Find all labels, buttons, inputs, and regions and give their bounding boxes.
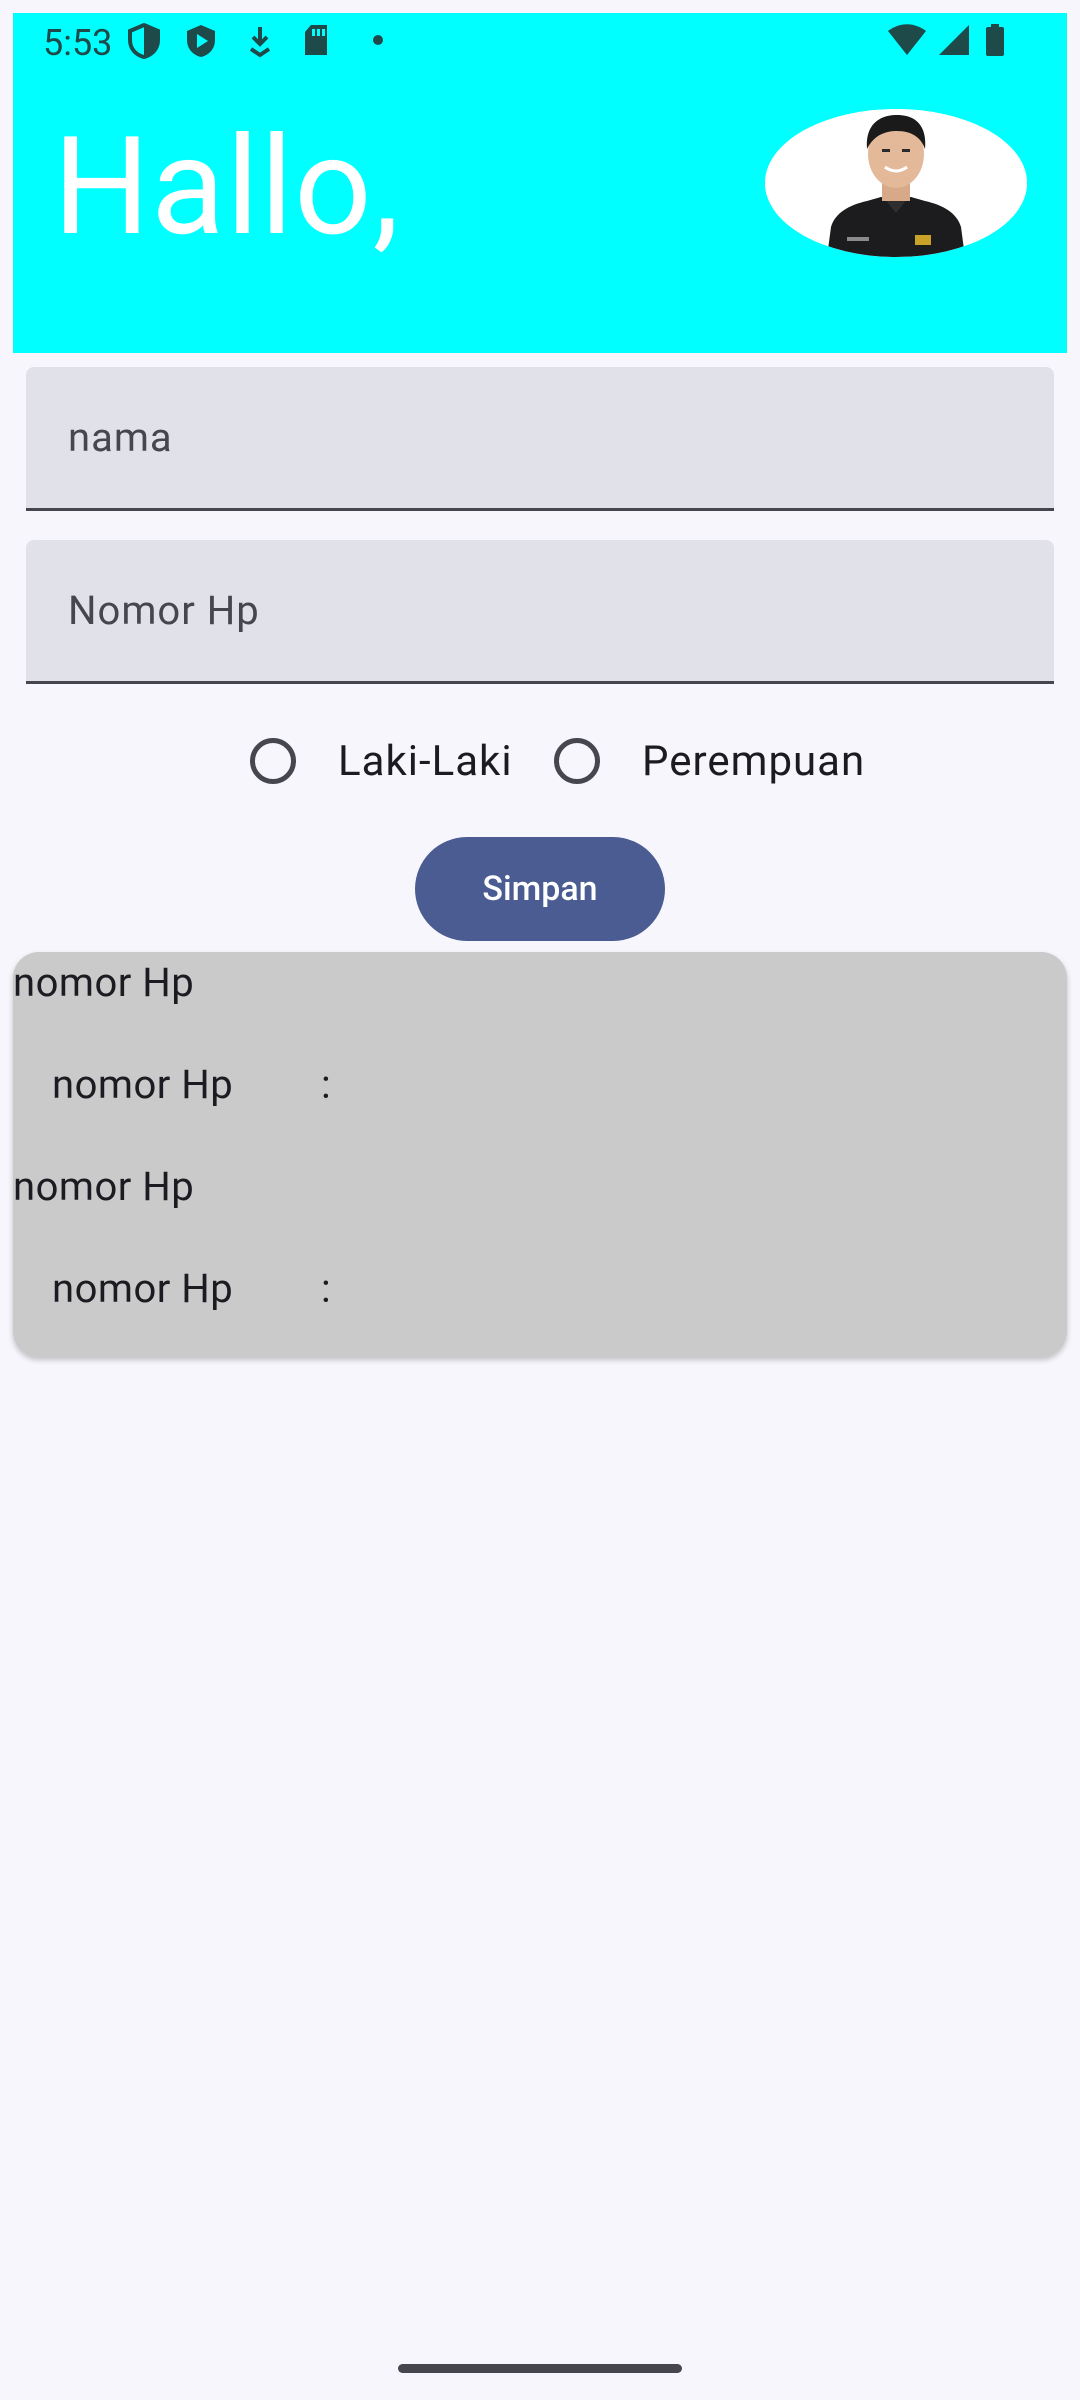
greeting-title: Hallo, — [53, 108, 401, 267]
result-label: nomor Hp — [52, 1265, 234, 1312]
sd-card-icon — [305, 25, 327, 55]
status-time: 5:53 — [43, 22, 113, 64]
radio-perempuan[interactable] — [554, 738, 600, 784]
result-separator: : — [321, 1265, 332, 1312]
phone-input[interactable] — [26, 540, 1054, 681]
shield-icon — [128, 23, 160, 59]
home-indicator[interactable] — [398, 2364, 682, 2373]
play-protect-icon — [187, 25, 215, 57]
save-button[interactable]: Simpan — [415, 837, 665, 941]
result-heading: nomor Hp — [13, 1163, 195, 1210]
result-separator: : — [321, 1061, 332, 1108]
signal-icon — [939, 25, 969, 55]
result-heading: nomor Hp — [13, 959, 195, 1006]
status-bar: 5:53 — [13, 13, 1067, 69]
radio-label-perempuan[interactable]: Perempuan — [642, 736, 865, 788]
result-label: nomor Hp — [52, 1061, 234, 1108]
name-input[interactable] — [26, 367, 1054, 508]
profile-photo — [765, 109, 1027, 257]
radio-laki-laki[interactable] — [250, 738, 296, 784]
name-field[interactable] — [26, 367, 1054, 511]
gender-radio-group: Laki-Laki Perempuan — [0, 724, 1080, 804]
header-banner: 5:53 Hallo, — [13, 13, 1067, 353]
dot-icon — [373, 35, 383, 45]
profile-avatar — [765, 109, 1027, 257]
download-icon — [249, 27, 271, 58]
battery-icon — [986, 24, 1004, 56]
phone-field[interactable] — [26, 540, 1054, 684]
wifi-icon — [888, 24, 926, 55]
results-card: nomor Hp nomor Hp : nomor Hp nomor Hp : — [13, 952, 1067, 1357]
radio-label-laki-laki[interactable]: Laki-Laki — [338, 736, 513, 788]
